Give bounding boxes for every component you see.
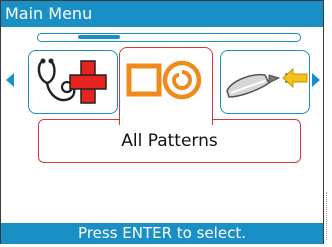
status-bar: Press ENTER to select.	[1, 223, 323, 244]
scroll-thumb[interactable]	[78, 35, 120, 39]
menu-tile-all-patterns[interactable]	[119, 47, 213, 125]
right-arrow-icon[interactable]	[312, 73, 320, 87]
title-bar: Main Menu	[1, 1, 323, 27]
left-arrow-icon[interactable]	[6, 73, 14, 87]
menu-tile-diagnostics[interactable]	[28, 50, 118, 114]
selected-item-text: All Patterns	[121, 131, 218, 151]
menu-screen: Main Menu All Patterns Press ENTER to se…	[0, 0, 324, 244]
edge-marker	[326, 192, 331, 240]
selected-item-label: All Patterns	[38, 119, 301, 163]
window-title: Main Menu	[5, 4, 93, 23]
stylus-arrow-icon	[226, 67, 308, 98]
menu-tile-input[interactable]	[220, 50, 310, 114]
carousel-scrollbar[interactable]	[37, 33, 301, 42]
status-hint: Press ENTER to select.	[78, 224, 246, 242]
square-circle-spiral-patterns-icon	[126, 60, 202, 100]
stethoscope-medical-cross-icon	[37, 58, 107, 104]
